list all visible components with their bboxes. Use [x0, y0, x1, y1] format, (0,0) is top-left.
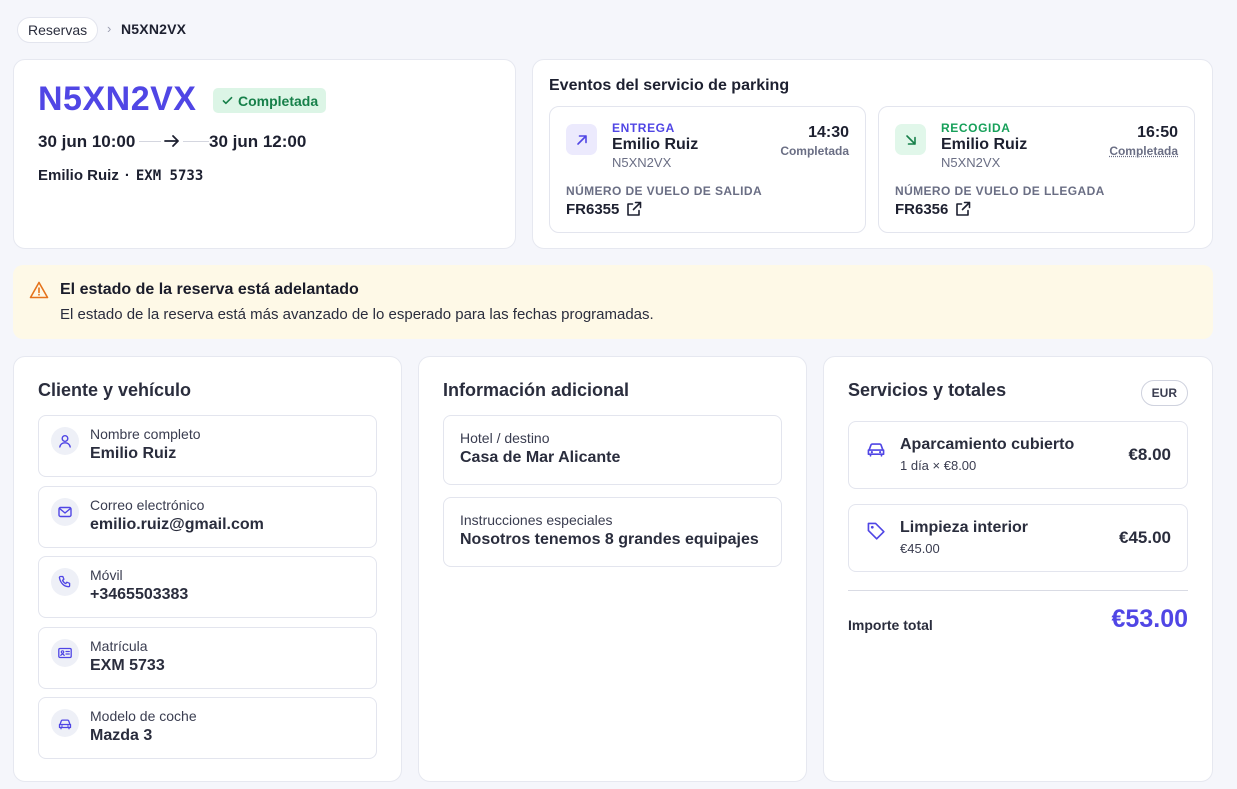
warning-title: El estado de la reserva está adelantado — [60, 281, 359, 298]
event-time: 16:50 — [1137, 124, 1178, 141]
service-item: Limpieza interior €45.00 €45.00 — [848, 504, 1188, 572]
date-from: 30 jun 10:00 — [38, 132, 136, 151]
delivery-event-card[interactable]: ENTREGA Emilio Ruiz N5XN2VX 14:30 Comple… — [549, 106, 866, 233]
event-type: RECOGIDA — [941, 121, 1011, 135]
event-booking-code: N5XN2VX — [612, 155, 672, 170]
hotel-destination-field: Hotel / destino Casa de Mar Alicante — [443, 415, 782, 485]
service-price: €45.00 — [1119, 528, 1171, 547]
client-vehicle-card: Cliente y vehículo Nombre completo Emili… — [13, 356, 402, 782]
services-totals-card: Servicios y totales EUR Aparcamiento cub… — [823, 356, 1213, 782]
service-price: €8.00 — [1128, 445, 1171, 464]
date-to: 30 jun 12:00 — [209, 132, 307, 151]
field-label: Nombre completo — [90, 426, 201, 442]
external-link-icon — [627, 201, 642, 216]
arrow-up-right-icon — [566, 124, 597, 155]
event-time: 14:30 — [808, 124, 849, 141]
arrow-down-right-icon — [895, 124, 926, 155]
total-label: Importe total — [848, 617, 933, 633]
tag-icon — [865, 520, 887, 542]
field-value: +3465503383 — [90, 586, 189, 603]
external-link-icon — [956, 201, 971, 216]
check-icon — [222, 96, 233, 105]
license-plate: EXM 5733 — [135, 167, 204, 184]
user-icon — [51, 427, 79, 455]
customer-line: Emilio Ruiz · EXM 5733 — [38, 167, 203, 184]
field-value: emilio.ruiz@gmail.com — [90, 516, 264, 533]
client-vehicle-title: Cliente y vehículo — [38, 380, 192, 400]
field-label: Móvil — [90, 567, 123, 583]
service-detail: €45.00 — [900, 541, 940, 556]
license-plate-field: Matrícula EXM 5733 — [38, 627, 377, 689]
event-status[interactable]: Completada — [1109, 144, 1178, 158]
field-value: Casa de Mar Alicante — [460, 449, 621, 466]
events-title: Eventos del servicio de parking — [549, 77, 790, 94]
full-name-field: Nombre completo Emilio Ruiz — [38, 415, 377, 477]
field-value: Mazda 3 — [90, 727, 153, 744]
service-name: Aparcamiento cubierto — [900, 436, 1075, 453]
event-status: Completada — [780, 144, 849, 158]
field-value: Emilio Ruiz — [90, 445, 177, 462]
car-icon — [51, 709, 79, 737]
phone-icon — [51, 568, 79, 596]
phone-field: Móvil +3465503383 — [38, 556, 377, 618]
pickup-event-card[interactable]: RECOGIDA Emilio Ruiz N5XN2VX 16:50 Compl… — [878, 106, 1195, 233]
field-label: Correo electrónico — [90, 497, 205, 513]
flight-number-label: NÚMERO DE VUELO DE SALIDA — [566, 184, 763, 198]
flight-number-label: NÚMERO DE VUELO DE LLEGADA — [895, 184, 1105, 198]
warning-text: El estado de la reserva está más avanzad… — [60, 306, 654, 323]
breadcrumb-reservas-link[interactable]: Reservas — [17, 17, 99, 43]
booking-summary-card: N5XN2VX Completada 30 jun 10:00 30 jun 1… — [13, 59, 516, 249]
parking-events-card: Eventos del servicio de parking ENTREGA … — [532, 59, 1213, 249]
field-label: Matrícula — [90, 638, 148, 654]
flight-number: FR6355 — [566, 200, 620, 218]
id-card-icon — [51, 639, 79, 667]
booking-code: N5XN2VX — [38, 80, 197, 118]
field-label: Instrucciones especiales — [460, 512, 613, 528]
field-label: Modelo de coche — [90, 708, 197, 724]
event-person: Emilio Ruiz — [941, 136, 1028, 153]
field-value: Nosotros tenemos 8 grandes equipajes — [460, 531, 759, 548]
totals-divider — [848, 590, 1188, 591]
field-label: Hotel / destino — [460, 430, 550, 446]
status-badge: Completada — [213, 88, 327, 113]
email-field: Correo electrónico emilio.ruiz@gmail.com — [38, 486, 377, 548]
flight-number-link[interactable]: FR6355 — [566, 200, 643, 218]
field-value: EXM 5733 — [90, 657, 165, 674]
breadcrumb-current: N5XN2VX — [121, 21, 187, 37]
special-instructions-field: Instrucciones especiales Nosotros tenemo… — [443, 497, 782, 567]
flight-number: FR6356 — [895, 200, 949, 218]
car-icon — [865, 437, 887, 459]
total-amount: €53.00 — [1111, 605, 1188, 633]
separator-dot: · — [124, 167, 130, 184]
services-title: Servicios y totales — [848, 380, 1007, 400]
additional-info-title: Información adicional — [443, 380, 630, 400]
event-type: ENTREGA — [612, 121, 675, 135]
additional-info-card: Información adicional Hotel / destino Ca… — [418, 356, 807, 782]
flight-number-link[interactable]: FR6356 — [895, 200, 972, 218]
event-person: Emilio Ruiz — [612, 136, 699, 153]
service-name: Limpieza interior — [900, 519, 1029, 536]
mail-icon — [51, 498, 79, 526]
status-badge-label: Completada — [238, 92, 319, 109]
warning-triangle-icon — [29, 280, 49, 305]
event-booking-code: N5XN2VX — [941, 155, 1001, 170]
status-warning-banner: El estado de la reserva está adelantado … — [13, 265, 1213, 339]
currency-badge: EUR — [1140, 380, 1188, 406]
car-model-field: Modelo de coche Mazda 3 — [38, 697, 377, 759]
arrow-right-icon — [161, 131, 183, 151]
customer-name: Emilio Ruiz — [38, 167, 119, 184]
breadcrumb-separator: › — [107, 21, 112, 36]
service-item: Aparcamiento cubierto 1 día × €8.00 €8.0… — [848, 421, 1188, 489]
service-detail: 1 día × €8.00 — [900, 458, 977, 473]
